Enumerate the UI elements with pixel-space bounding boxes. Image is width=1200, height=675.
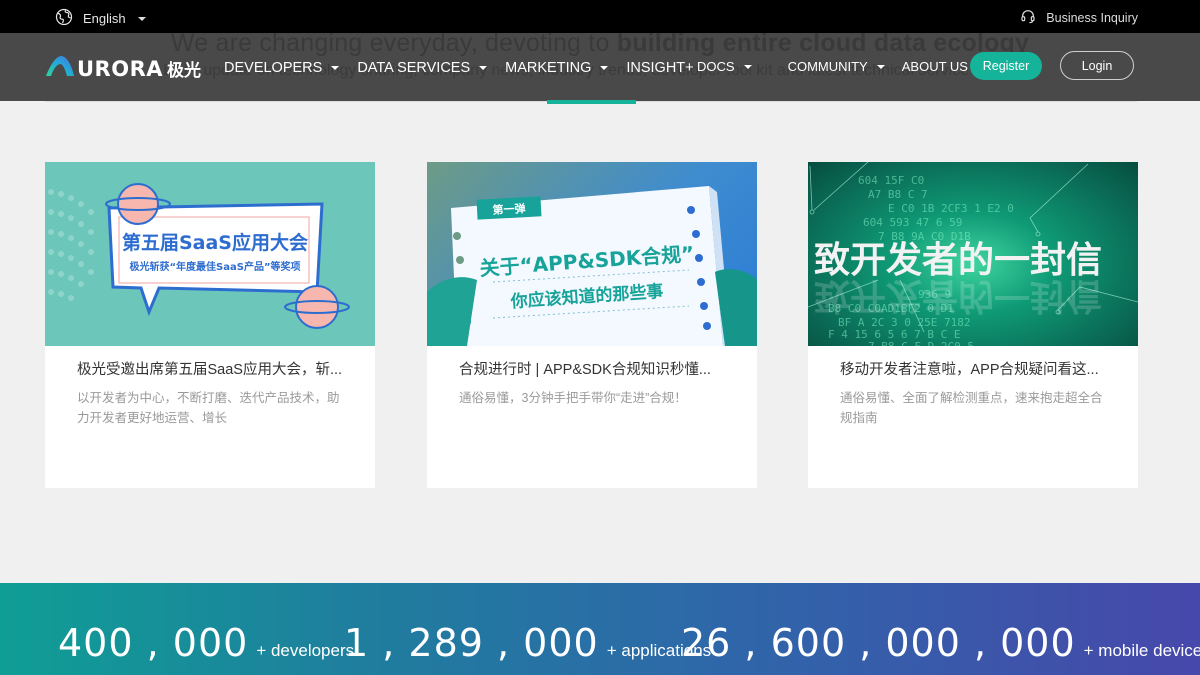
headset-icon (1020, 8, 1036, 27)
nav-item-label: DEVELOPERS (224, 60, 323, 76)
compliance-illustration: 第一弹 关于“APP&SDK合规” 你应该知道的那些事 (427, 186, 757, 346)
article-title[interactable]: 合规进行时 | APP&SDK合规知识秒懂... (459, 358, 711, 379)
language-selector[interactable]: English (55, 8, 146, 29)
logo-text: URORA (77, 56, 163, 81)
article-description: 通俗易懂、全面了解检测重点，速来抱走超全合规指南 (840, 391, 1103, 425)
code-line: 604 15F C0 (858, 174, 924, 187)
chevron-down-icon (331, 66, 340, 70)
chevron-down-icon (600, 66, 609, 70)
article-description: 通俗易懂，3分钟手把手带你“走进”合规！ (459, 391, 687, 405)
nav-item-label: INSIGHT+ (626, 60, 694, 76)
code-line: A7 B8 C 7 (868, 188, 928, 201)
article-title[interactable]: 极光受邀出席第五届SaaS应用大会，斩... (77, 358, 342, 379)
stat-label: + mobile devices (1083, 641, 1200, 660)
chevron-down-icon (876, 64, 885, 69)
chevron-down-icon (743, 64, 752, 69)
register-button[interactable]: Register (970, 52, 1042, 80)
article-card[interactable]: 第五届SaaS应用大会 极光斩获“年度最佳SaaS产品”等奖项 极光受邀出席第五… (45, 162, 375, 488)
aurora-logo-icon (45, 54, 75, 83)
logo-cn-text: 极光 (167, 61, 201, 80)
main-nav: URORA 极光 DEVELOPERS DATA SERVICES MARKET… (0, 33, 1200, 101)
chevron-down-icon (137, 16, 146, 21)
nav-item-label: DATA SERVICES (357, 60, 471, 76)
image-subline: 极光斩获“年度最佳SaaS产品”等奖项 (129, 260, 300, 273)
image-headline: 致开发者的一封信 (814, 240, 1102, 281)
nav-menu-primary: DEVELOPERS DATA SERVICES MARKETING INSIG… (224, 60, 712, 76)
nav-item-data-services[interactable]: DATA SERVICES (357, 60, 488, 76)
article-thumbnail: 604 15F C0 A7 B8 C 7 E C0 1B 2CF3 1 E2 0… (808, 162, 1138, 346)
stat-number: 400 , 000 (58, 621, 249, 665)
business-inquiry-label: Business Inquiry (1046, 10, 1138, 25)
business-inquiry-link[interactable]: Business Inquiry (1020, 8, 1138, 27)
logo[interactable]: URORA 极光 (45, 54, 201, 83)
stat-number: 1 , 289 , 000 (344, 621, 599, 665)
article-thumbnail: 第一弹 关于“APP&SDK合规” 你应该知道的那些事 (427, 162, 757, 346)
stat-label: + developers (256, 641, 355, 660)
code-line: 604 593 47 6 59 (863, 216, 962, 229)
nav-item-insight[interactable]: INSIGHT+ (626, 60, 693, 76)
image-headline: 第五届SaaS应用大会 (122, 231, 308, 254)
saas-conference-illustration: 第五届SaaS应用大会 极光斩获“年度最佳SaaS产品”等奖项 (48, 183, 350, 329)
nav-item-marketing[interactable]: MARKETING (505, 60, 609, 76)
stat-mobile-devices: 26 , 600 , 000 , 000 + mobile devices (681, 621, 1200, 665)
article-card[interactable]: 第一弹 关于“APP&SDK合规” 你应该知道的那些事 合规进行时 | APP&… (427, 162, 757, 488)
language-label: English (83, 11, 126, 26)
stat-number: 26 , 600 , 000 , 000 (681, 621, 1076, 665)
nav-item-community[interactable]: COMMUNITY (788, 59, 885, 74)
article-description: 以开发者为中心，不断打磨、迭代产品技术，助力开发者更好地运营、增长 (77, 391, 340, 425)
article-thumbnail: 第五届SaaS应用大会 极光斩获“年度最佳SaaS产品”等奖项 (45, 162, 375, 346)
article-card[interactable]: 604 15F C0 A7 B8 C 7 E C0 1B 2CF3 1 E2 0… (808, 162, 1138, 488)
stats-band: 400 , 000 + developers 1 , 289 , 000 + a… (0, 583, 1200, 675)
chevron-down-icon (479, 66, 488, 70)
code-line: E C0 1B 2CF3 1 E2 0 (888, 202, 1014, 215)
image-tag: 第一弹 (492, 201, 526, 217)
nav-item-label: COMMUNITY (787, 59, 868, 74)
login-button[interactable]: Login (1060, 51, 1134, 80)
developer-letter-illustration: 604 15F C0 A7 B8 C 7 E C0 1B 2CF3 1 E2 0… (808, 162, 1138, 346)
article-title[interactable]: 移动开发者注意啦，APP合规疑问看这... (840, 358, 1099, 379)
nav-item-docs[interactable]: DOCS (697, 59, 752, 74)
image-headline-reflection: 致开发者的一封信 (814, 275, 1102, 316)
nav-item-label: DOCS (697, 59, 735, 74)
nav-item-label: MARKETING (505, 60, 592, 76)
stat-applications: 1 , 289 , 000 + applications (344, 621, 711, 665)
nav-item-label: ABOUT US (901, 59, 968, 74)
code-line: 7 B8 C F D 2C0 5 (868, 340, 974, 346)
nav-menu-secondary: DOCS COMMUNITY ABOUT US (697, 59, 1003, 74)
globe-icon (55, 8, 73, 29)
stat-developers: 400 , 000 + developers (58, 621, 354, 665)
top-bar: English Business Inquiry (0, 0, 1200, 33)
section-divider-accent (547, 100, 636, 104)
nav-item-developers[interactable]: DEVELOPERS (224, 60, 340, 76)
